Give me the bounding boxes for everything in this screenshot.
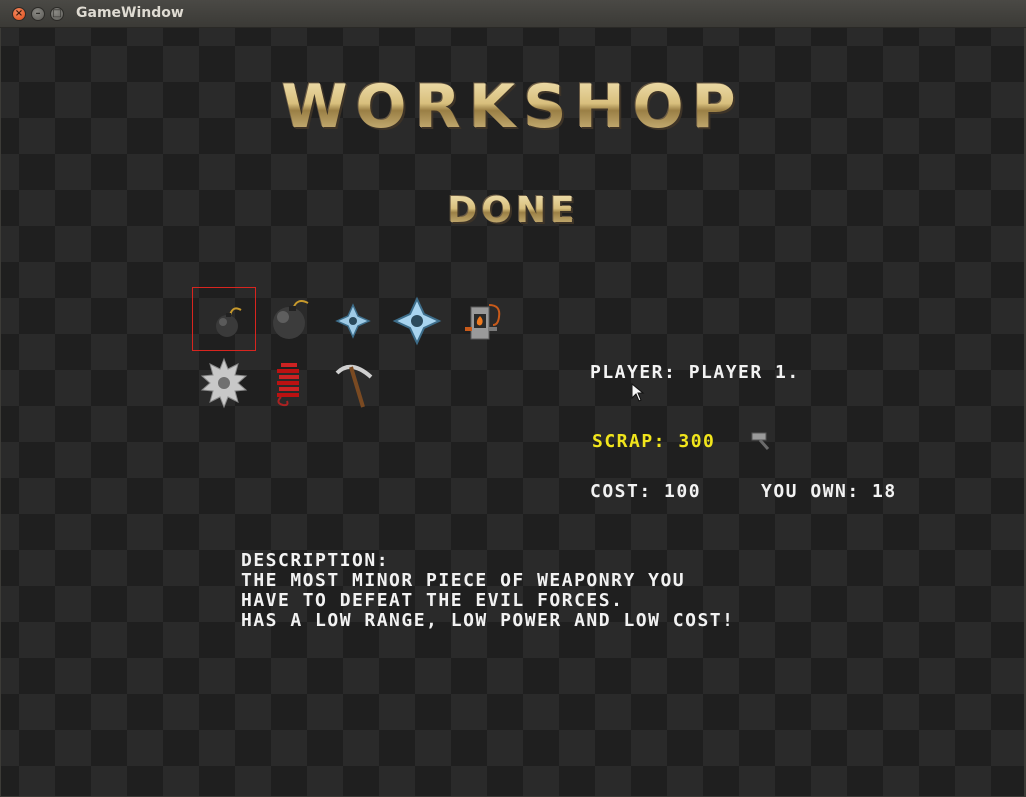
fire-trap-icon: [465, 304, 501, 340]
scrap-hammer-icon: [751, 432, 770, 450]
description-line-2: HAVE TO DEFEAT THE EVIL FORCES.: [241, 590, 624, 611]
window-maximize-button[interactable]: □: [50, 7, 64, 21]
item-slot-large-shuriken[interactable]: [385, 287, 449, 351]
cost-label: COST: 100: [590, 481, 702, 502]
window-titlebar: × – □ GameWindow: [0, 0, 1026, 28]
large-shuriken-icon: [392, 296, 442, 346]
item-slot-large-bomb[interactable]: [257, 287, 321, 351]
item-description: DESCRIPTION: THE MOST MINOR PIECE OF WEAP…: [241, 551, 734, 631]
small-shuriken-icon: [335, 303, 371, 339]
small-bomb-icon: [216, 307, 242, 337]
workshop-title: WORKSHOP: [1, 72, 1024, 142]
item-slot-saw-blade[interactable]: [192, 351, 256, 415]
item-slot-small-shuriken[interactable]: [321, 287, 385, 351]
window-minimize-button[interactable]: –: [31, 7, 45, 21]
mouse-cursor-icon: [631, 383, 645, 402]
saw-blade-icon: [200, 357, 248, 409]
scrap-label: SCRAP: 300: [592, 431, 716, 452]
large-bomb-icon: [273, 300, 309, 339]
done-button[interactable]: DONE: [423, 190, 603, 231]
description-line-3: HAS A LOW RANGE, LOW POWER AND LOW COST!: [241, 610, 735, 631]
window-close-button[interactable]: ×: [12, 7, 26, 21]
description-heading: DESCRIPTION:: [241, 550, 390, 571]
game-canvas: WORKSHOP DONE PLAYER: PLAYER 1. SCRAP: 3…: [1, 28, 1024, 796]
item-slot-small-bomb[interactable]: [192, 287, 256, 351]
dynamite-coil-icon: [277, 363, 299, 407]
item-slot-fire-trap[interactable]: [449, 287, 513, 351]
player-label: PLAYER: PLAYER 1.: [590, 362, 800, 383]
pickaxe-icon: [335, 365, 373, 408]
description-line-1: THE MOST MINOR PIECE OF WEAPONRY YOU: [241, 570, 686, 591]
owned-count-label: YOU OWN: 18: [761, 481, 897, 502]
item-slot-dynamite-coil[interactable]: [257, 351, 321, 415]
window-title: GameWindow: [76, 5, 184, 21]
item-slot-pickaxe[interactable]: [321, 351, 385, 415]
